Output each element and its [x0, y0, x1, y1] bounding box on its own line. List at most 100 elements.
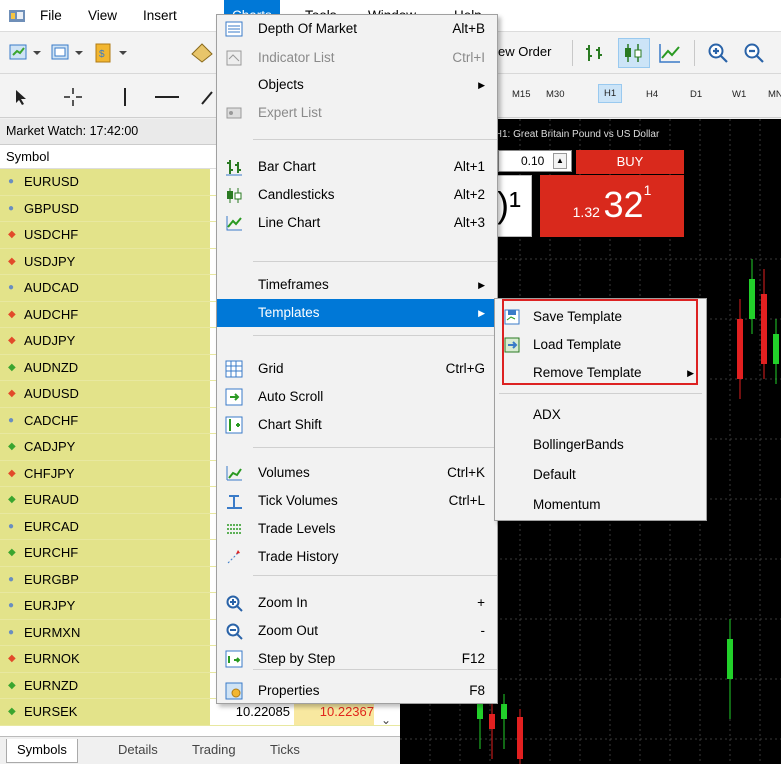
horizontal-line-button[interactable] [152, 86, 182, 108]
timeframe-mn[interactable]: MN [768, 89, 781, 100]
zoom-in-toolbar-button[interactable] [704, 40, 732, 66]
depth-of-market-icon [225, 21, 243, 37]
charts-menu-item-indicator-list[interactable]: Indicator List Ctrl+I [217, 44, 497, 72]
menu-item-label: Candlesticks [258, 187, 335, 202]
candlesticks-icon [625, 44, 642, 62]
symbol-name: CADCHF [24, 412, 79, 428]
menu-item-label: Expert List [258, 105, 322, 120]
market-watch-button[interactable]: $ [92, 42, 128, 64]
menu-item-label: Properties [258, 683, 320, 698]
new-order-button[interactable]: ew Order [498, 44, 551, 59]
line-chart-toolbar-button[interactable] [656, 40, 684, 66]
buy-price-small: 1.32 [572, 204, 600, 220]
navigator-button[interactable] [188, 41, 216, 65]
menu-item-label: Chart Shift [258, 417, 322, 432]
symbol-cell: ◆ EURAUD [0, 487, 210, 513]
tab-trading[interactable]: Trading [182, 739, 246, 763]
svg-text:$: $ [99, 49, 105, 60]
charts-menu-item-candlesticks[interactable]: Candlesticks Alt+2 [217, 181, 497, 209]
scroll-down-button[interactable]: ⌄ [372, 707, 400, 733]
tab-symbols[interactable]: Symbols [6, 739, 78, 763]
menu-item-label: Indicator List [258, 50, 335, 65]
buy-price-big: 32 [603, 184, 644, 225]
menu-item-shortcut: F12 [461, 651, 485, 666]
lot-size-input[interactable]: 0.10 ▲ [498, 150, 572, 172]
toolbar-separator [572, 40, 573, 66]
candlesticks-toolbar-button[interactable] [618, 38, 650, 68]
charts-menu-item-bar-chart[interactable]: Bar Chart Alt+1 [217, 153, 497, 181]
symbol-cell: ◆ EURSEK [0, 699, 210, 725]
timeframe-d1[interactable]: D1 [690, 89, 702, 100]
bar-chart-toolbar-button[interactable] [582, 40, 610, 66]
charts-menu-item-properties[interactable]: Properties F8 [217, 677, 497, 705]
charts-menu-item-trade-levels[interactable]: Trade Levels [217, 515, 497, 543]
symbol-name: USDCHF [24, 227, 79, 242]
menu-item-label: Zoom Out [258, 623, 319, 638]
symbol-name: AUDUSD [24, 386, 79, 401]
buy-button[interactable]: BUY [576, 150, 684, 174]
charts-menu-item-grid[interactable]: Grid Ctrl+G [217, 355, 497, 383]
neutral-dot-icon: ● [8, 626, 15, 638]
market-watch-icon: $ [95, 43, 127, 63]
charts-menu-item-depth-of-market[interactable]: Depth Of Market Alt+B [217, 15, 497, 43]
tab-details[interactable]: Details [108, 739, 168, 763]
menu-file[interactable]: File [32, 0, 70, 32]
symbol-cell: ◆ USDJPY [0, 248, 210, 274]
cursor-button[interactable] [12, 88, 30, 106]
timeframe-h1[interactable]: H1 [598, 84, 623, 103]
menu-insert[interactable]: Insert [135, 0, 185, 32]
crosshair-button[interactable] [62, 86, 84, 108]
symbol-name: EURJPY [24, 598, 76, 613]
symbol-cell: ◆ AUDCHF [0, 301, 210, 327]
charts-menu-item-zoom-in[interactable]: Zoom In + [217, 589, 497, 617]
zoom-out-toolbar-button[interactable] [740, 40, 768, 66]
timeframe-m30[interactable]: M30 [546, 89, 564, 100]
charts-menu-item-zoom-out[interactable]: Zoom Out - [217, 617, 497, 645]
symbol-name: EURNOK [24, 651, 80, 666]
menu-item-shortcut: Ctrl+G [445, 361, 485, 376]
charts-menu-item-trade-history[interactable]: Trade History [217, 543, 497, 571]
menu-item-shortcut: Alt+1 [453, 159, 485, 174]
templates-menu-item-bollingerbands[interactable]: BollingerBands [495, 431, 706, 459]
templates-menu-item-momentum[interactable]: Momentum [495, 491, 706, 519]
buy-price-sup: 1 [643, 182, 652, 198]
menu-item-label: Volumes [258, 465, 310, 480]
charts-menu-item-line-chart[interactable]: Line Chart Alt+3 [217, 209, 497, 237]
charts-menu-item-expert-list[interactable]: Expert List [217, 99, 497, 127]
charts-menu-item-templates[interactable]: Templates ▶ [217, 299, 497, 327]
tab-ticks[interactable]: Ticks [260, 739, 310, 763]
templates-menu-item-default[interactable]: Default [495, 461, 706, 489]
chart-title: D, H1: Great Britain Pound vs US Dollar [482, 129, 660, 140]
symbol-name: CHFJPY [24, 465, 75, 481]
menu-item-label: Auto Scroll [258, 389, 324, 404]
down-arrow-icon: ◆ [8, 308, 16, 320]
charts-menu-item-timeframes[interactable]: Timeframes ▶ [217, 271, 497, 299]
charts-menu-item-step-by-step[interactable]: Step by Step F12 [217, 645, 497, 673]
menu-item-label: BollingerBands [533, 437, 624, 452]
charts-menu-item-auto-scroll[interactable]: Auto Scroll [217, 383, 497, 411]
symbol-cell: ● EURCAD [0, 513, 210, 539]
menu-view[interactable]: View [80, 0, 125, 32]
templates-menu-item-adx[interactable]: ADX [495, 401, 706, 429]
new-chart-button[interactable] [8, 42, 42, 64]
trendline-button[interactable] [200, 88, 214, 106]
timeframe-w1[interactable]: W1 [732, 89, 746, 100]
timeframe-h4[interactable]: H4 [646, 89, 658, 100]
charts-menu-item-chart-shift[interactable]: Chart Shift [217, 411, 497, 439]
buy-price-button[interactable]: 1.32 321 [540, 175, 684, 237]
menu-item-label: Step by Step [258, 651, 336, 666]
charts-menu-item-objects[interactable]: Objects ▶ [217, 71, 497, 99]
neutral-dot-icon: ● [8, 573, 15, 585]
charts-menu-item-volumes[interactable]: Volumes Ctrl+K [217, 459, 497, 487]
vertical-line-button[interactable] [118, 86, 132, 108]
symbol-cell: ◆ USDCHF [0, 222, 210, 248]
profiles-button[interactable] [50, 42, 84, 64]
menu-item-label: Objects [258, 77, 304, 92]
lot-up-arrow-icon[interactable]: ▲ [553, 153, 567, 169]
symbol-cell: ● EURUSD [0, 169, 210, 195]
timeframe-m15[interactable]: M15 [512, 89, 530, 100]
grid-icon [225, 360, 243, 378]
charts-menu-item-tick-volumes[interactable]: Tick Volumes Ctrl+L [217, 487, 497, 515]
navigator-icon [191, 43, 213, 63]
line-chart-icon [226, 216, 242, 231]
